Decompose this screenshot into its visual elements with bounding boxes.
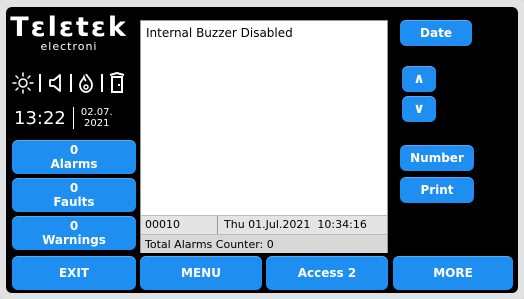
faults-count: 0 — [69, 181, 79, 195]
message-screen: Internal Buzzer Disabled 00010 Thu 01.Ju… — [140, 20, 388, 253]
date-button-label: Date — [420, 26, 452, 40]
print-button[interactable]: Print — [400, 177, 474, 203]
clock-date-day: 02.07. — [80, 107, 113, 118]
speaker-icon — [48, 74, 61, 92]
alarms-counter: Total Alarms Counter: 0 — [141, 234, 387, 253]
faults-label: Faults — [53, 195, 95, 209]
event-datetime: Thu 01.Jul.2021 10:34:16 — [224, 218, 367, 231]
faults-button[interactable]: 0 Faults — [12, 178, 136, 212]
logo-name: Tεlεtεk — [10, 12, 128, 43]
scroll-up-button[interactable]: ∧ — [402, 66, 436, 92]
icon-separator — [39, 74, 42, 92]
clock-date-year: 2021 — [84, 118, 110, 129]
warnings-count: 0 — [69, 219, 79, 233]
event-row: 00010 Thu 01.Jul.2021 10:34:16 — [141, 215, 387, 234]
more-button-label: MORE — [433, 266, 473, 280]
date-button[interactable]: Date — [400, 20, 472, 46]
chevron-down-icon: ∨ — [413, 101, 425, 117]
icon-separator — [100, 74, 103, 92]
clock-time: 13:22 — [14, 107, 66, 129]
clock-date: 02.07. 2021 — [81, 107, 113, 129]
event-number: 00010 — [141, 216, 218, 234]
warnings-label: Warnings — [42, 233, 106, 247]
more-button[interactable]: MORE — [393, 256, 513, 290]
number-button[interactable]: Number — [400, 145, 474, 171]
clock: 13:22 02.07. 2021 — [14, 104, 132, 132]
door-icon — [109, 72, 125, 93]
chevron-up-icon: ∧ — [413, 71, 425, 87]
access-level-button[interactable]: Access 2 — [266, 256, 388, 290]
fire-icon — [79, 73, 94, 93]
exit-button[interactable]: EXIT — [12, 256, 136, 290]
exit-button-label: EXIT — [58, 266, 90, 280]
sun-icon — [12, 72, 34, 94]
warnings-button[interactable]: 0 Warnings — [12, 216, 136, 250]
scroll-down-button[interactable]: ∨ — [402, 96, 436, 122]
alarms-button[interactable]: 0 Alarms — [12, 140, 136, 174]
number-button-label: Number — [410, 151, 464, 165]
access-level-label: Access 2 — [297, 266, 357, 280]
alarms-label: Alarms — [50, 157, 98, 171]
message-text: Internal Buzzer Disabled — [146, 26, 293, 40]
menu-button[interactable]: MENU — [140, 256, 262, 290]
print-button-label: Print — [420, 183, 454, 197]
icon-separator — [69, 74, 72, 92]
clock-separator — [72, 107, 74, 129]
menu-button-label: MENU — [181, 266, 221, 280]
alarms-count: 0 — [69, 143, 79, 157]
teletek-logo: Tεlεtεk electroni — [6, 13, 132, 53]
status-icons — [12, 70, 126, 96]
